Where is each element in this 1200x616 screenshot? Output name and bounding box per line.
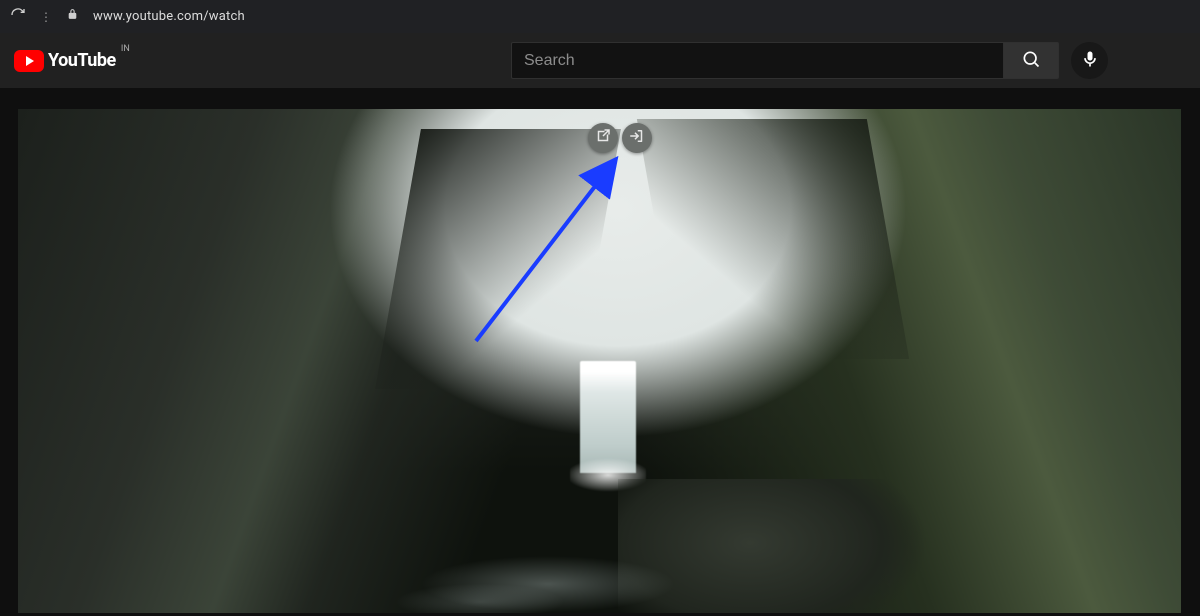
video-player[interactable] — [18, 109, 1181, 613]
lock-icon — [66, 8, 79, 25]
country-code: IN — [121, 44, 130, 54]
extension-overlay-buttons — [588, 123, 652, 153]
search-box — [511, 42, 1059, 79]
search-area — [511, 42, 1108, 79]
content-area — [0, 88, 1200, 613]
microphone-icon — [1080, 49, 1100, 73]
address-url[interactable]: www.youtube.com/watch — [93, 9, 245, 24]
reload-icon[interactable] — [10, 7, 26, 27]
scene-ridge-right — [637, 119, 909, 359]
search-button[interactable] — [1003, 42, 1059, 79]
search-icon — [1021, 49, 1041, 73]
search-input[interactable] — [511, 42, 1003, 79]
youtube-play-badge-icon — [14, 50, 44, 72]
enter-bracket-icon — [628, 127, 646, 149]
browser-menu-dots-icon[interactable]: ⋮ — [40, 10, 52, 24]
youtube-wordmark: YouTube — [48, 50, 116, 71]
overlay-button-popout[interactable] — [588, 123, 618, 153]
overlay-button-enter[interactable] — [622, 123, 652, 153]
popout-window-icon — [594, 127, 612, 149]
browser-address-bar: ⋮ www.youtube.com/watch — [0, 0, 1200, 33]
scene-waterfall — [580, 361, 636, 473]
scene-ridge-left — [375, 129, 621, 389]
youtube-logo[interactable]: YouTube IN — [14, 50, 116, 72]
youtube-header: YouTube IN — [0, 33, 1200, 88]
scene-stream — [378, 539, 718, 613]
voice-search-button[interactable] — [1071, 42, 1108, 79]
